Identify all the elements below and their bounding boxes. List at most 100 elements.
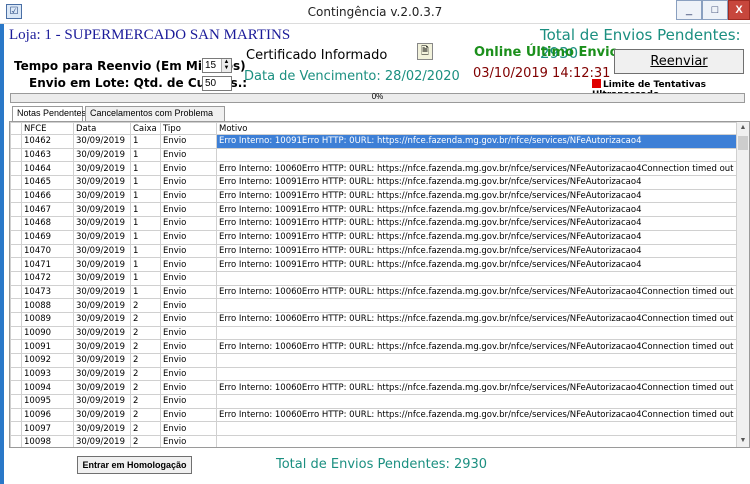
tab-notas-pendentes[interactable]: Notas Pendentes: [12, 106, 86, 122]
vertical-scrollbar[interactable]: ▲ ▼: [736, 122, 749, 447]
row-indicator[interactable]: [10, 161, 22, 177]
table-row[interactable]: 10090 30/09/2019 2 Envio: [10, 325, 737, 341]
cell-caixa: 1: [130, 202, 161, 218]
row-indicator[interactable]: [10, 394, 22, 409]
table-row[interactable]: 10088 30/09/2019 2 Envio: [10, 298, 737, 313]
cell-motivo: Erro Interno: 10091Erro HTTP: 0URL: http…: [216, 257, 737, 272]
close-button[interactable]: X: [728, 0, 750, 20]
table-row[interactable]: 10089 30/09/2019 2 Envio Erro Interno: 10060…: [10, 311, 737, 327]
row-indicator[interactable]: [10, 435, 22, 447]
minimize-button[interactable]: _: [676, 0, 702, 20]
cell-data: 30/09/2019: [73, 134, 131, 149]
cell-caixa: 2: [130, 394, 161, 409]
table-row[interactable]: 10096 30/09/2019 2 Envio Erro Interno: 10060…: [10, 407, 737, 423]
row-indicator[interactable]: [10, 216, 22, 231]
column-header-data[interactable]: Data: [73, 122, 131, 135]
table-row[interactable]: 10464 30/09/2019 1 Envio Erro Interno: 10060…: [10, 161, 737, 177]
table-row[interactable]: 10095 30/09/2019 2 Envio: [10, 394, 737, 409]
cell-nfce: 10095: [21, 394, 74, 409]
row-indicator[interactable]: [10, 366, 22, 382]
table-row[interactable]: 10471 30/09/2019 1 Envio Erro Interno: 10091…: [10, 257, 737, 272]
homologacao-button[interactable]: Entrar em Homologação: [77, 456, 192, 474]
row-indicator[interactable]: [10, 147, 22, 163]
cell-data: 30/09/2019: [73, 270, 131, 286]
table-row[interactable]: 10468 30/09/2019 1 Envio Erro Interno: 10091…: [10, 216, 737, 231]
cell-tipo: Envio: [160, 284, 217, 300]
row-indicator[interactable]: [10, 298, 22, 313]
table-row[interactable]: 10092 30/09/2019 2 Envio: [10, 353, 737, 368]
table-row[interactable]: 10462 30/09/2019 1 Envio Erro Interno: 10091…: [10, 134, 737, 149]
table-row[interactable]: 10097 30/09/2019 2 Envio: [10, 421, 737, 437]
column-header-caixa[interactable]: Caixa: [130, 122, 161, 135]
tab-cancelamentos[interactable]: Cancelamentos com Problema: [85, 106, 225, 121]
table-row[interactable]: 10098 30/09/2019 2 Envio: [10, 435, 737, 447]
cell-motivo: Erro Interno: 10091Erro HTTP: 0URL: http…: [216, 229, 737, 245]
reenviar-button[interactable]: Reenviar: [614, 49, 744, 74]
table-row[interactable]: 10470 30/09/2019 1 Envio Erro Interno: 10091…: [10, 243, 737, 259]
reenviar-label: Reenviar: [650, 54, 708, 69]
table-row[interactable]: 10093 30/09/2019 2 Envio: [10, 366, 737, 382]
maximize-button[interactable]: □: [702, 0, 728, 20]
cell-motivo: Erro Interno: 10091Erro HTTP: 0URL: http…: [216, 243, 737, 259]
cell-nfce: 10097: [21, 421, 74, 437]
cell-data: 30/09/2019: [73, 366, 131, 382]
row-indicator[interactable]: [10, 325, 22, 341]
column-header-motivo[interactable]: Motivo: [216, 122, 737, 135]
pending-table: NFCE Data Caixa Tipo Motivo 10462 30/09/2…: [10, 122, 737, 447]
cell-caixa: 2: [130, 353, 161, 368]
cell-caixa: 2: [130, 421, 161, 437]
scroll-up-icon[interactable]: ▲: [737, 122, 749, 134]
title-bar: ☑ Contingência v.2.0.3.7 _ □ X: [0, 0, 750, 24]
table-row[interactable]: 10467 30/09/2019 1 Envio Erro Interno: 10091…: [10, 202, 737, 218]
row-indicator[interactable]: [10, 284, 22, 300]
row-indicator[interactable]: [10, 229, 22, 245]
cell-nfce: 10088: [21, 298, 74, 313]
cell-caixa: 1: [130, 175, 161, 190]
cell-motivo: [216, 353, 737, 368]
row-indicator[interactable]: [10, 134, 22, 149]
cell-nfce: 10090: [21, 325, 74, 341]
column-header-nfce[interactable]: NFCE: [21, 122, 74, 135]
cell-tipo: Envio: [160, 298, 217, 313]
scroll-thumb[interactable]: [738, 136, 748, 150]
cell-data: 30/09/2019: [73, 284, 131, 300]
row-indicator[interactable]: [10, 270, 22, 286]
row-indicator[interactable]: [10, 421, 22, 437]
row-indicator[interactable]: [10, 353, 22, 368]
cell-caixa: 1: [130, 147, 161, 163]
row-indicator[interactable]: [10, 339, 22, 354]
table-row[interactable]: 10466 30/09/2019 1 Envio Erro Interno: 10091…: [10, 188, 737, 204]
row-indicator[interactable]: [10, 380, 22, 396]
table-row[interactable]: 10465 30/09/2019 1 Envio Erro Interno: 10091…: [10, 175, 737, 190]
cell-motivo: Erro Interno: 10091Erro HTTP: 0URL: http…: [216, 216, 737, 231]
pending-grid[interactable]: NFCE Data Caixa Tipo Motivo 10462 30/09/2…: [9, 121, 750, 448]
row-indicator[interactable]: [10, 243, 22, 259]
lote-quantity-input[interactable]: 50: [202, 76, 232, 91]
row-indicator[interactable]: [10, 311, 22, 327]
cell-caixa: 1: [130, 216, 161, 231]
cell-caixa: 1: [130, 134, 161, 149]
cell-tipo: Envio: [160, 435, 217, 447]
table-row[interactable]: 10469 30/09/2019 1 Envio Erro Interno: 10091…: [10, 229, 737, 245]
cell-tipo: Envio: [160, 188, 217, 204]
cell-caixa: 2: [130, 311, 161, 327]
spinner-arrows-icon[interactable]: ▲ ▼: [221, 59, 231, 72]
reenvio-minutes-spinner[interactable]: 15 ▲ ▼: [202, 58, 232, 73]
table-row[interactable]: 10473 30/09/2019 1 Envio Erro Interno: 10060…: [10, 284, 737, 300]
scroll-down-icon[interactable]: ▼: [737, 435, 749, 447]
column-header-tipo[interactable]: Tipo: [160, 122, 217, 135]
row-indicator[interactable]: [10, 202, 22, 218]
row-indicator[interactable]: [10, 188, 22, 204]
row-indicator[interactable]: [10, 175, 22, 190]
row-indicator[interactable]: [10, 407, 22, 423]
certificate-icon[interactable]: 🗎: [417, 43, 433, 60]
row-indicator[interactable]: [10, 257, 22, 272]
table-row[interactable]: 10091 30/09/2019 2 Envio Erro Interno: 10060…: [10, 339, 737, 354]
table-row[interactable]: 10094 30/09/2019 2 Envio Erro Interno: 10060…: [10, 380, 737, 396]
cell-data: 30/09/2019: [73, 435, 131, 447]
certificate-status: Certificado Informado: [246, 48, 388, 63]
cell-tipo: Envio: [160, 407, 217, 423]
cell-tipo: Envio: [160, 270, 217, 286]
table-row[interactable]: 10472 30/09/2019 1 Envio: [10, 270, 737, 286]
table-row[interactable]: 10463 30/09/2019 1 Envio: [10, 147, 737, 163]
